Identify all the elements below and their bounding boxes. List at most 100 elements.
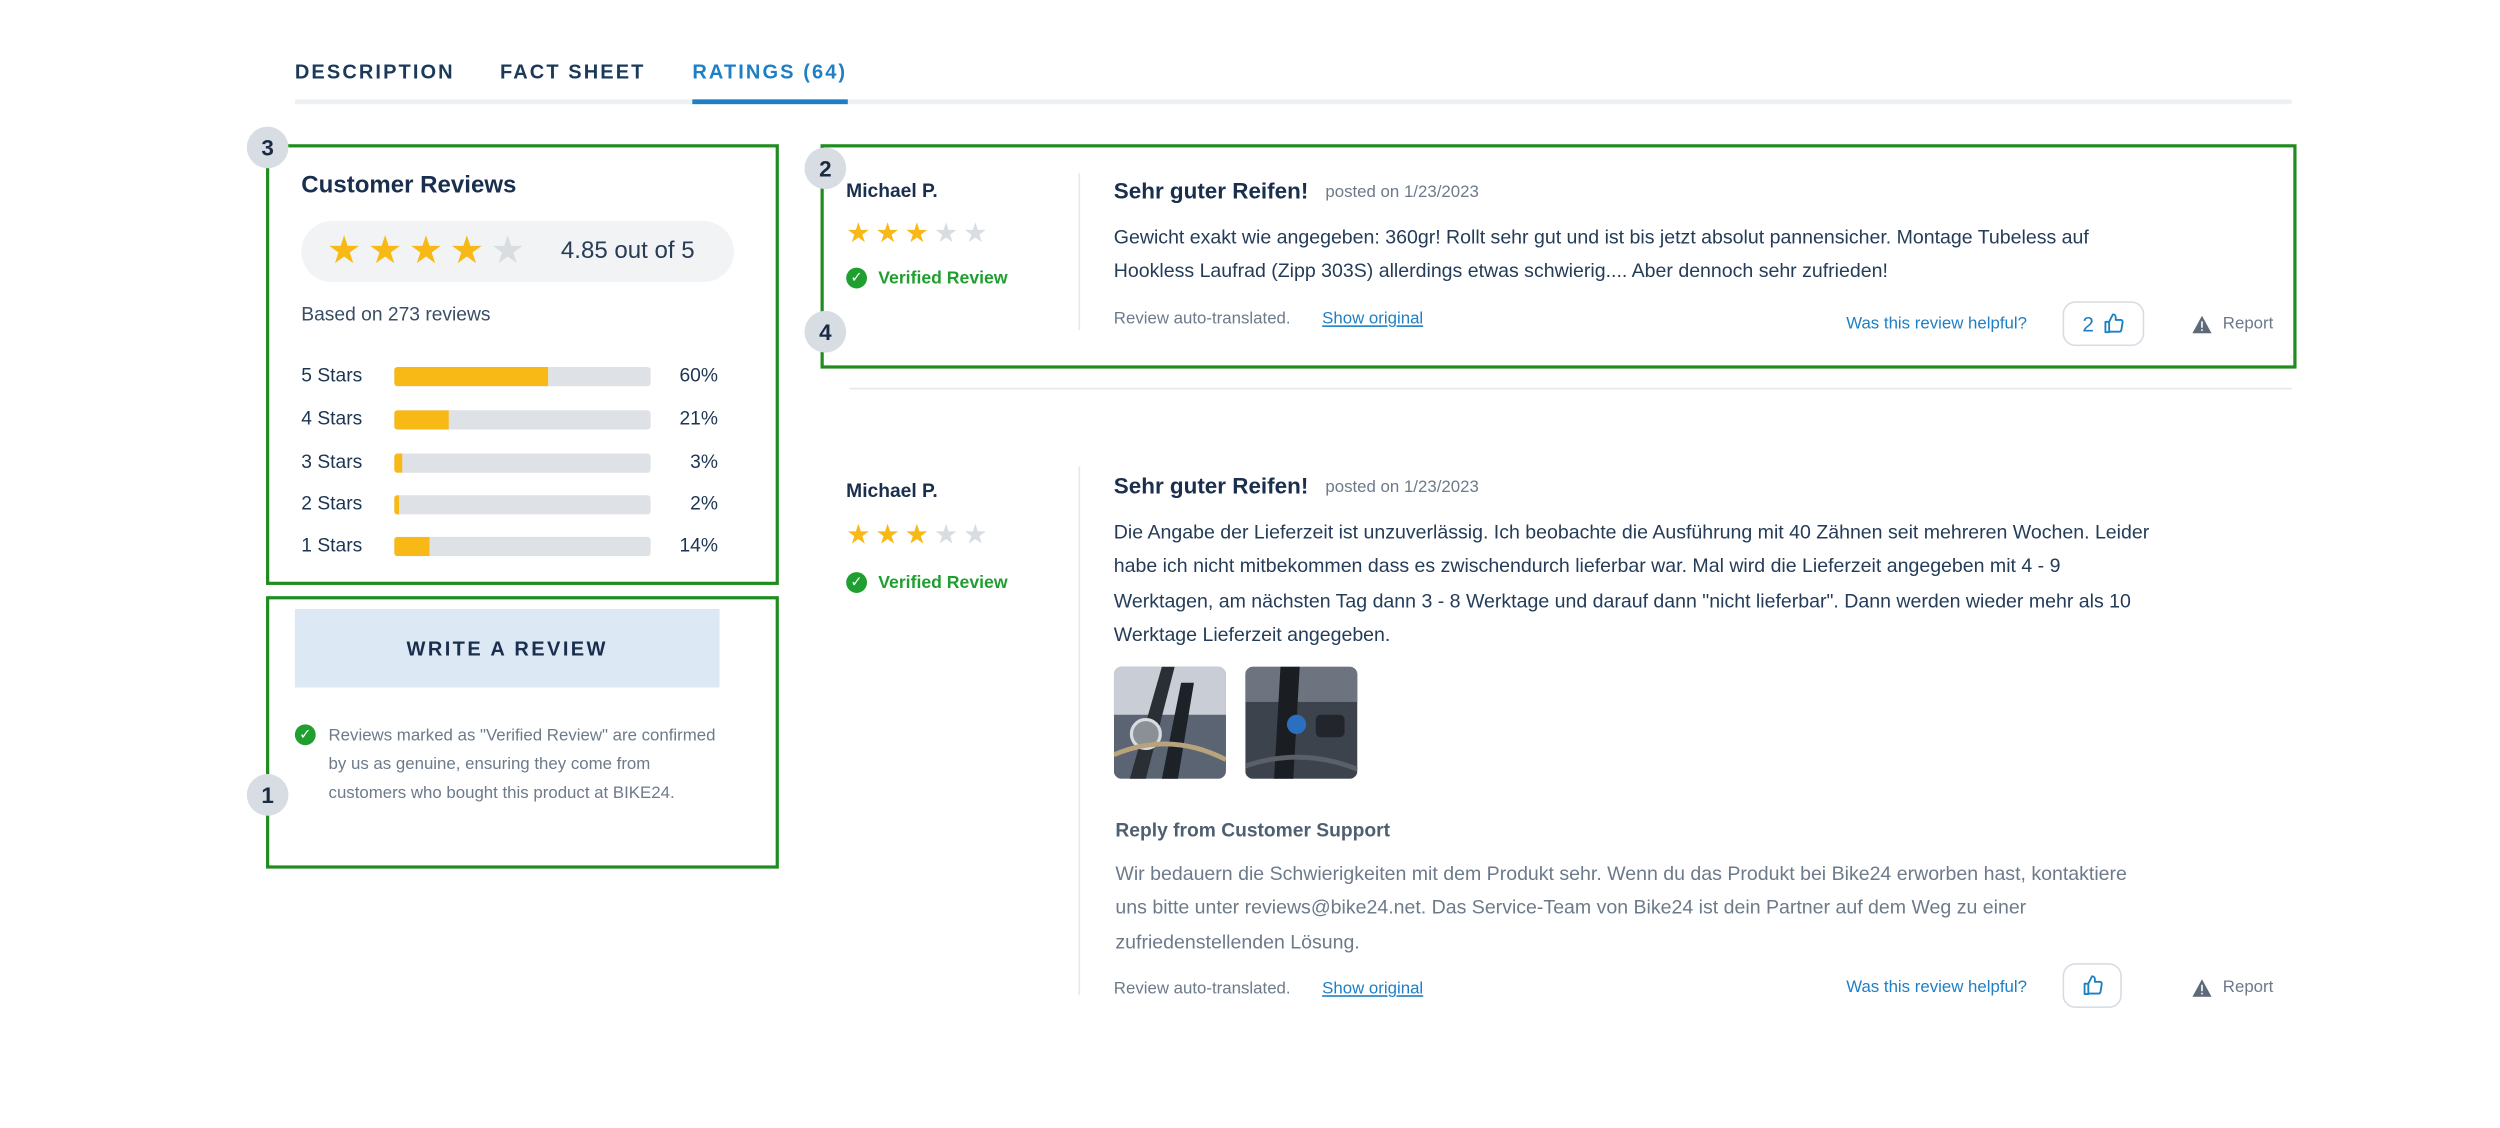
distribution-percent: 2% xyxy=(690,491,718,515)
report-button[interactable]: Report xyxy=(2192,978,2273,997)
review-divider xyxy=(1078,466,1081,996)
tab-ratings[interactable]: RATINGS (64) xyxy=(692,61,847,105)
based-on-count: Based on 273 reviews xyxy=(301,302,491,326)
verified-label: Verified Review xyxy=(878,268,1008,288)
review-body-line: Hookless Laufrad (Zipp 303S) allerdings … xyxy=(1113,260,1888,283)
marker-3: 3 xyxy=(246,126,289,169)
check-circle-icon: ✓ xyxy=(846,267,868,289)
tabs-rule xyxy=(294,99,2292,105)
distribution-bar-fill xyxy=(394,536,431,557)
review-title: Sehr guter Reifen! xyxy=(1113,472,1309,499)
distribution-bar xyxy=(394,536,651,557)
auto-translated-note: Review auto-translated. xyxy=(1113,979,1291,999)
star-icon: ★ xyxy=(875,519,900,550)
distribution-bar-fill xyxy=(394,495,400,515)
tab-fact-sheet[interactable]: FACT SHEET xyxy=(500,61,646,83)
star-icon: ★ xyxy=(846,519,871,550)
review-author: Michael P. xyxy=(846,179,938,202)
average-stars: ★ ★ ★ ★ ★ xyxy=(327,232,525,270)
distribution-label: 4 Stars xyxy=(301,407,363,430)
star-icon: ★ xyxy=(933,519,959,550)
review-body-line: Gewicht exakt wie angegeben: 360gr! Roll… xyxy=(1113,225,2089,249)
marker-2: 2 xyxy=(804,147,847,190)
auto-translated-note: Review auto-translated. xyxy=(1113,309,1291,329)
average-rating: ★ ★ ★ ★ ★ 4.85 out of 5 xyxy=(301,221,734,283)
distribution-row-4[interactable]: 4 Stars 21% xyxy=(301,404,718,436)
review-title: Sehr guter Reifen! xyxy=(1113,177,1309,204)
distribution-bar xyxy=(394,410,651,430)
distribution-percent: 60% xyxy=(679,363,718,387)
star-icon: ★ xyxy=(963,217,988,249)
distribution-row-1[interactable]: 1 Stars 14% xyxy=(301,530,718,562)
review-body-line: Die Angabe der Lieferzeit ist unzuverläs… xyxy=(1113,520,2150,544)
review-body-line: Werktage Lieferzeit angegeben. xyxy=(1113,623,1391,646)
reply-body-line: zufriedenstellenden Lösung. xyxy=(1115,930,1360,953)
thumbs-up-icon xyxy=(2103,313,2123,334)
star-icon: ★ xyxy=(846,217,871,249)
reply-body-line: Wir bedauern die Schwierigkeiten mit dem… xyxy=(1115,862,2127,885)
check-circle-icon: ✓ xyxy=(846,572,868,593)
helpful-question: Was this review helpful? xyxy=(1846,314,2028,334)
star-icon: ★ xyxy=(963,519,988,550)
review-photo[interactable] xyxy=(1245,666,1358,779)
star-icon: ★ xyxy=(904,217,930,249)
distribution-bar-fill xyxy=(394,453,402,473)
page: DESCRIPTION FACT SHEET RATINGS (64) 1 2 … xyxy=(0,0,2500,1128)
verified-badge: ✓ Verified Review xyxy=(846,267,1008,289)
distribution-bar-fill xyxy=(394,366,549,387)
distribution-bar xyxy=(394,366,651,387)
warning-icon xyxy=(2192,314,2212,333)
distribution-label: 2 Stars xyxy=(301,491,363,515)
distribution-row-5[interactable]: 5 Stars 60% xyxy=(301,361,718,393)
distribution-row-3[interactable]: 3 Stars 3% xyxy=(301,447,718,479)
distribution-bar xyxy=(394,495,651,515)
customer-reviews-title: Customer Reviews xyxy=(301,171,517,199)
average-rating-label: 4.85 out of 5 xyxy=(560,237,695,265)
distribution-label: 1 Stars xyxy=(301,533,363,557)
helpful-button[interactable]: 2 xyxy=(2062,301,2145,347)
report-label: Report xyxy=(2222,314,2274,334)
distribution-bar xyxy=(394,453,651,473)
review-photo[interactable] xyxy=(1113,666,1226,779)
show-original-link[interactable]: Show original xyxy=(1322,309,1423,328)
distribution-percent: 21% xyxy=(679,407,718,430)
distribution-label: 3 Stars xyxy=(301,450,363,473)
review-separator xyxy=(849,387,2292,390)
write-review-button[interactable]: WRITE A REVIEW xyxy=(294,608,720,688)
verified-badge: ✓ Verified Review xyxy=(846,572,1008,593)
marker-1: 1 xyxy=(246,774,289,816)
distribution-label: 5 Stars xyxy=(301,363,363,387)
star-icon: ★ xyxy=(904,519,930,550)
helpful-count: 2 xyxy=(2082,311,2094,336)
reply-title: Reply from Customer Support xyxy=(1115,818,1391,842)
thumbs-up-icon xyxy=(2082,975,2102,995)
review-body: Gewicht exakt wie angegeben: 360gr! Roll… xyxy=(1114,221,2220,289)
show-original-link[interactable]: Show original xyxy=(1322,979,1423,998)
star-icon: ★ xyxy=(408,229,444,273)
helpful-button[interactable] xyxy=(2062,963,2122,1009)
star-icon: ★ xyxy=(326,229,362,273)
star-icon: ★ xyxy=(367,229,403,273)
warning-icon xyxy=(2192,978,2212,997)
review-body: Die Angabe der Lieferzeit ist unzuverläs… xyxy=(1114,516,2236,653)
report-label: Report xyxy=(2222,977,2274,997)
marker-4: 4 xyxy=(804,310,847,353)
verified-label: Verified Review xyxy=(878,572,1008,593)
star-icon: ★ xyxy=(875,217,900,249)
check-circle-icon: ✓ xyxy=(294,724,316,746)
reply-body: Wir bedauern die Schwierigkeiten mit dem… xyxy=(1115,857,2237,959)
review-stars: ★ ★ ★ ★ ★ xyxy=(846,521,987,548)
review-divider xyxy=(1078,173,1081,331)
distribution-percent: 3% xyxy=(690,450,718,473)
review-body-line: Werktagen, am nächsten Tag dann 3 - 8 We… xyxy=(1113,589,2131,612)
distribution-row-2[interactable]: 2 Stars 2% xyxy=(301,489,718,521)
tab-description[interactable]: DESCRIPTION xyxy=(295,61,455,83)
verified-note-text: Reviews marked as "Verified Review" are … xyxy=(328,725,716,803)
star-icon: ★ xyxy=(933,217,959,249)
report-button[interactable]: Report xyxy=(2192,314,2273,333)
distribution-percent: 14% xyxy=(679,533,718,557)
review-author: Michael P. xyxy=(846,479,938,502)
distribution-bar-fill xyxy=(394,410,449,430)
review-body-line: habe ich nicht mitbekommen dass es zwisc… xyxy=(1113,554,2061,578)
reply-body-line: uns bitte unter reviews@bike24.net. Das … xyxy=(1115,896,2027,919)
